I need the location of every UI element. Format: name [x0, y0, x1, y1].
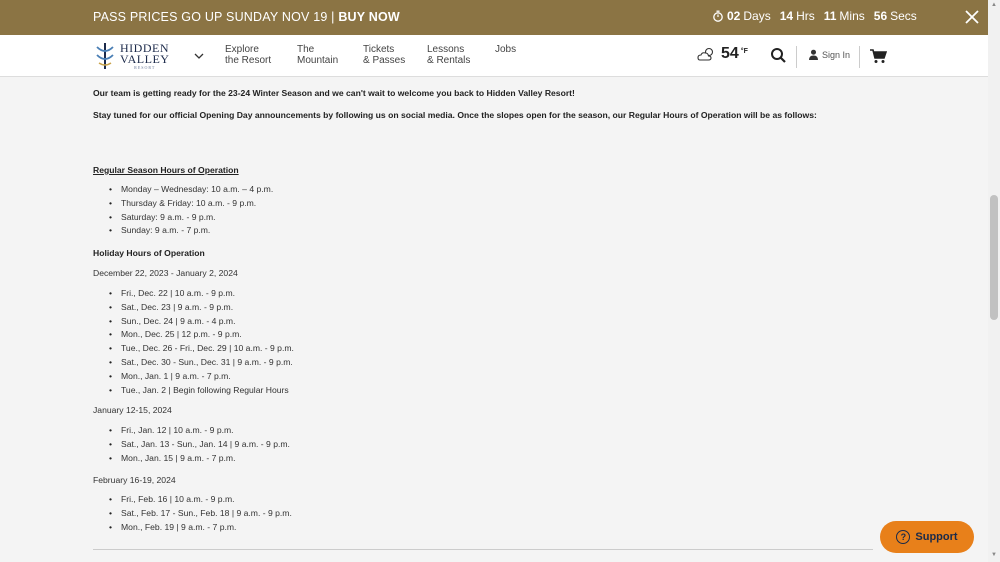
list-item: Fri., Jan. 12 | 10 a.m. - 9 p.m.: [109, 424, 290, 438]
nav-jobs[interactable]: Jobs: [495, 44, 516, 55]
scroll-up-arrow-icon[interactable]: ▲: [991, 2, 997, 8]
list-item: Fri., Dec. 22 | 10 a.m. - 9 p.m.: [109, 287, 294, 301]
support-label: Support: [915, 531, 958, 543]
countdown-secs-unit: Secs: [890, 9, 917, 23]
list-item: Monday – Wednesday: 10 a.m. – 4 p.m.: [109, 183, 273, 197]
list-item: Tue., Jan. 2 | Begin following Regular H…: [109, 384, 294, 398]
date-range-february: February 16-19, 2024: [93, 475, 176, 485]
nav-explore-line1: Explore: [225, 44, 259, 55]
countdown-mins: 11: [823, 9, 837, 23]
scroll-thumb[interactable]: [990, 195, 998, 320]
main-nav: HIDDEN VALLEY RESORT Explore the Resort …: [0, 35, 988, 77]
promo-message: PASS PRICES GO UP SUNDAY NOV 19 | BUY NO…: [93, 10, 400, 24]
nav-lessons-line2: & Rentals: [427, 55, 471, 66]
date-range-january: January 12-15, 2024: [93, 405, 172, 415]
countdown-hours-unit: Hrs: [796, 9, 815, 23]
list-item: Tue., Dec. 26 - Fri., Dec. 29 | 10 a.m. …: [109, 342, 294, 356]
regular-hours-list: Monday – Wednesday: 10 a.m. – 4 p.m. Thu…: [109, 183, 273, 238]
list-item: Mon., Jan. 1 | 9 a.m. - 7 p.m.: [109, 370, 294, 384]
list-item: Fri., Feb. 16 | 10 a.m. - 9 p.m.: [109, 493, 292, 507]
support-button[interactable]: ? Support: [880, 521, 974, 553]
user-icon: [809, 49, 818, 60]
countdown-mins-unit: Mins: [839, 9, 865, 23]
logo-emblem-icon: [96, 43, 114, 69]
nav-explore-line2: the Resort: [225, 55, 272, 66]
nav-separator: [859, 46, 860, 68]
nav-mountain-line1: The: [297, 44, 315, 55]
logo-wordmark: HIDDEN VALLEY RESORT: [120, 42, 170, 70]
nav-lessons-rentals[interactable]: Lessons & Rentals: [427, 44, 470, 66]
nav-explore-resort[interactable]: Explore the Resort: [225, 44, 271, 66]
nav-the-mountain[interactable]: The Mountain: [297, 44, 338, 66]
list-item: Thursday & Friday: 10 a.m. - 9 p.m.: [109, 197, 273, 211]
nav-lessons-line1: Lessons: [427, 44, 465, 55]
countdown-days: 02: [727, 9, 741, 23]
countdown-secs: 56: [873, 9, 888, 23]
nav-tickets-passes[interactable]: Tickets & Passes: [363, 44, 405, 66]
scroll-down-arrow-icon[interactable]: ▼: [991, 552, 997, 558]
list-item: Sun., Dec. 24 | 9 a.m. - 4 p.m.: [109, 315, 294, 329]
partly-cloudy-icon: [697, 47, 714, 61]
sign-in-link[interactable]: Sign In: [808, 49, 850, 60]
weather-unit: °F: [740, 47, 748, 55]
stopwatch-icon: [713, 10, 723, 22]
content-divider: [93, 549, 873, 550]
nav-jobs-line1: Jobs: [495, 44, 517, 55]
chevron-down-icon[interactable]: [193, 51, 205, 61]
countdown-days-unit: Days: [743, 9, 771, 23]
list-item: Sat., Jan. 13 - Sun., Jan. 14 | 9 a.m. -…: [109, 438, 290, 452]
nav-tickets-line1: Tickets: [363, 44, 395, 55]
list-item: Mon., Feb. 19 | 9 a.m. - 7 p.m.: [109, 521, 292, 535]
promo-text: PASS PRICES GO UP SUNDAY NOV 19 |: [93, 10, 335, 24]
nav-tickets-line2: & Passes: [363, 55, 406, 66]
holiday-hours-heading: Holiday Hours of Operation: [93, 248, 205, 258]
regular-hours-heading: Regular Season Hours of Operation: [93, 165, 239, 175]
buy-now-link[interactable]: BUY NOW: [338, 10, 400, 24]
countdown-hours: 14: [779, 9, 794, 23]
search-icon[interactable]: [770, 47, 787, 64]
list-item: Sat., Feb. 17 - Sun., Feb. 18 | 9 a.m. -…: [109, 507, 292, 521]
list-item: Mon., Dec. 25 | 12 p.m. - 9 p.m.: [109, 328, 294, 342]
holiday-hours-list-january: Fri., Jan. 12 | 10 a.m. - 9 p.m. Sat., J…: [109, 424, 290, 465]
weather-widget[interactable]: 54 °F: [697, 45, 748, 63]
nav-mountain-line2: Mountain: [297, 55, 339, 66]
date-range-december: December 22, 2023 - January 2, 2024: [93, 268, 238, 278]
page-scrollbar[interactable]: ▲ ▼: [988, 0, 1000, 562]
list-item: Mon., Jan. 15 | 9 a.m. - 7 p.m.: [109, 452, 290, 466]
list-item: Sunday: 9 a.m. - 7 p.m.: [109, 224, 273, 238]
sign-in-label: Sign In: [822, 49, 851, 60]
question-icon: ?: [896, 530, 911, 544]
close-icon[interactable]: [963, 8, 981, 26]
hidden-valley-logo[interactable]: HIDDEN VALLEY RESORT: [93, 40, 175, 72]
cart-icon[interactable]: [869, 48, 887, 64]
promo-banner: PASS PRICES GO UP SUNDAY NOV 19 | BUY NO…: [0, 0, 988, 35]
intro-paragraph: Our team is getting ready for the 23-24 …: [93, 88, 575, 98]
list-item: Sat., Dec. 30 - Sun., Dec. 31 | 9 a.m. -…: [109, 356, 294, 370]
holiday-hours-list-february: Fri., Feb. 16 | 10 a.m. - 9 p.m. Sat., F…: [109, 493, 292, 534]
list-item: Saturday: 9 a.m. - 9 p.m.: [109, 211, 273, 225]
countdown-timer: 02 Days 14 Hrs 11 Mins 56 Secs: [712, 9, 923, 23]
list-item: Sat., Dec. 23 | 9 a.m. - 9 p.m.: [109, 301, 294, 315]
stay-tuned-paragraph: Stay tuned for our official Opening Day …: [93, 110, 817, 120]
weather-temperature: 54: [721, 45, 739, 62]
nav-separator: [796, 46, 797, 68]
logo-line-2: VALLEY: [120, 51, 170, 66]
holiday-hours-list-december: Fri., Dec. 22 | 10 a.m. - 9 p.m. Sat., D…: [109, 287, 294, 397]
